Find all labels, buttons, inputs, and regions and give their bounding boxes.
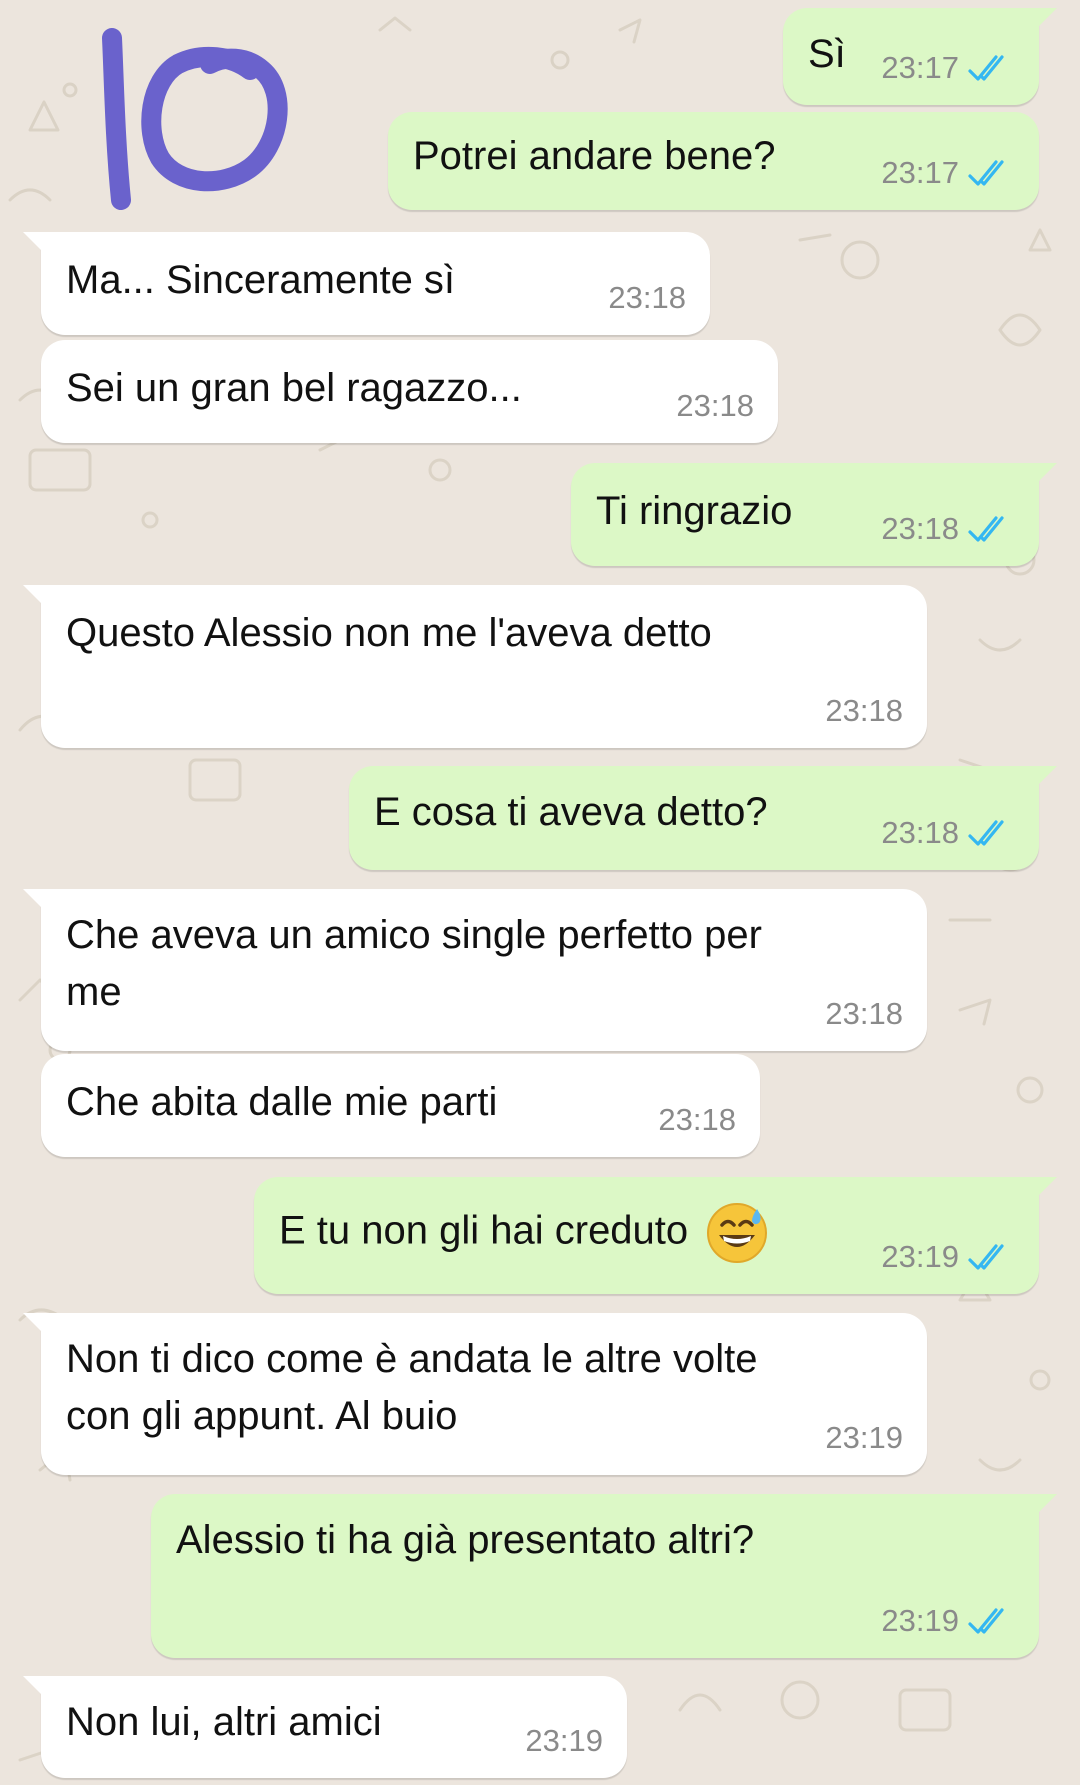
- message-meta: 23:19: [525, 1724, 603, 1758]
- message-meta: 23:18: [881, 512, 1015, 546]
- read-double-tick-icon: [968, 160, 1004, 186]
- message-timestamp: 23:18: [608, 280, 686, 315]
- message-bubble-outgoing[interactable]: Ti ringrazio 23:18: [571, 463, 1057, 566]
- message-meta: 23:19: [825, 1421, 903, 1455]
- message-meta: 23:17: [881, 51, 1015, 85]
- message-meta: 23:18: [825, 997, 903, 1031]
- message-bubble-outgoing[interactable]: Potrei andare bene? 23:17: [388, 112, 1039, 210]
- grinning-sweat-emoji-icon: [707, 1203, 768, 1263]
- message-timestamp: 23:17: [881, 50, 959, 85]
- read-double-tick-icon: [968, 55, 1004, 81]
- read-double-tick-icon: [968, 1608, 1004, 1634]
- message-text: Sei un gran bel ragazzo...: [66, 366, 522, 410]
- message-text: Non lui, altri amici: [66, 1700, 382, 1744]
- message-text: Potrei andare bene?: [413, 134, 776, 178]
- read-double-tick-icon: [968, 516, 1004, 542]
- message-text-line-1: Non ti dico come è andata le altre volte: [66, 1337, 758, 1381]
- message-text-line-1: Che aveva un amico single perfetto per: [66, 913, 762, 957]
- message-meta: 23:18: [881, 816, 1015, 850]
- message-text: Che abita dalle mie parti: [66, 1080, 498, 1124]
- message-meta: 23:18: [608, 281, 686, 315]
- message-bubble-incoming[interactable]: Che abita dalle mie parti 23:18: [41, 1054, 760, 1157]
- message-timestamp: 23:19: [881, 1603, 959, 1638]
- message-text: Alessio ti ha già presentato altri?: [176, 1518, 755, 1562]
- message-bubble-incoming[interactable]: Non lui, altri amici 23:19: [23, 1676, 627, 1778]
- message-text-line-2: con gli appunt. Al buio: [66, 1394, 458, 1438]
- message-bubble-outgoing[interactable]: Sì 23:17: [783, 8, 1057, 105]
- message-bubble-incoming[interactable]: Che aveva un amico single perfetto per m…: [23, 889, 927, 1051]
- message-bubble-incoming[interactable]: Ma... Sinceramente sì 23:18: [23, 232, 710, 335]
- message-timestamp: 23:19: [881, 1239, 959, 1274]
- message-bubble-incoming[interactable]: Questo Alessio non me l'aveva detto 23:1…: [23, 585, 927, 748]
- read-double-tick-icon: [968, 1244, 1004, 1270]
- message-meta: 23:17: [881, 156, 1015, 190]
- message-meta: 23:18: [658, 1103, 736, 1137]
- message-text: E cosa ti aveva detto?: [374, 790, 768, 834]
- overlay-label: IO: [0, 0, 1, 1]
- message-text: Ma... Sinceramente sì: [66, 258, 456, 302]
- message-bubble-incoming[interactable]: Non ti dico come è andata le altre volte…: [23, 1313, 927, 1475]
- message-timestamp: 23:19: [525, 1723, 603, 1758]
- message-text: E tu non gli hai creduto: [279, 1201, 769, 1265]
- message-timestamp: 23:17: [881, 155, 959, 190]
- message-timestamp: 23:18: [676, 388, 754, 423]
- message-bubble-incoming[interactable]: Sei un gran bel ragazzo... 23:18: [41, 340, 778, 443]
- message-timestamp: 23:18: [881, 511, 959, 546]
- message-meta: 23:18: [825, 694, 903, 728]
- message-timestamp: 23:18: [825, 996, 903, 1031]
- message-bubble-outgoing[interactable]: Alessio ti ha già presentato altri? 23:1…: [151, 1494, 1057, 1658]
- message-text: Questo Alessio non me l'aveva detto: [66, 611, 712, 655]
- message-text: Ti ringrazio: [596, 489, 793, 533]
- message-timestamp: 23:19: [825, 1420, 903, 1455]
- message-meta: 23:19: [881, 1240, 1015, 1274]
- message-text-line-2: me: [66, 970, 122, 1014]
- read-double-tick-icon: [968, 820, 1004, 846]
- message-timestamp: 23:18: [881, 815, 959, 850]
- message-timestamp: 23:18: [825, 693, 903, 728]
- handwritten-io-overlay: IO: [0, 0, 288, 210]
- message-text: Sì: [808, 32, 846, 76]
- message-meta: 23:18: [676, 389, 754, 423]
- message-timestamp: 23:18: [658, 1102, 736, 1137]
- message-text-content: E tu non gli hai creduto: [279, 1208, 689, 1253]
- message-meta: 23:19: [881, 1604, 1015, 1638]
- message-bubble-outgoing[interactable]: E tu non gli hai creduto 23:19: [254, 1177, 1057, 1294]
- message-bubble-outgoing[interactable]: E cosa ti aveva detto? 23:18: [349, 766, 1057, 870]
